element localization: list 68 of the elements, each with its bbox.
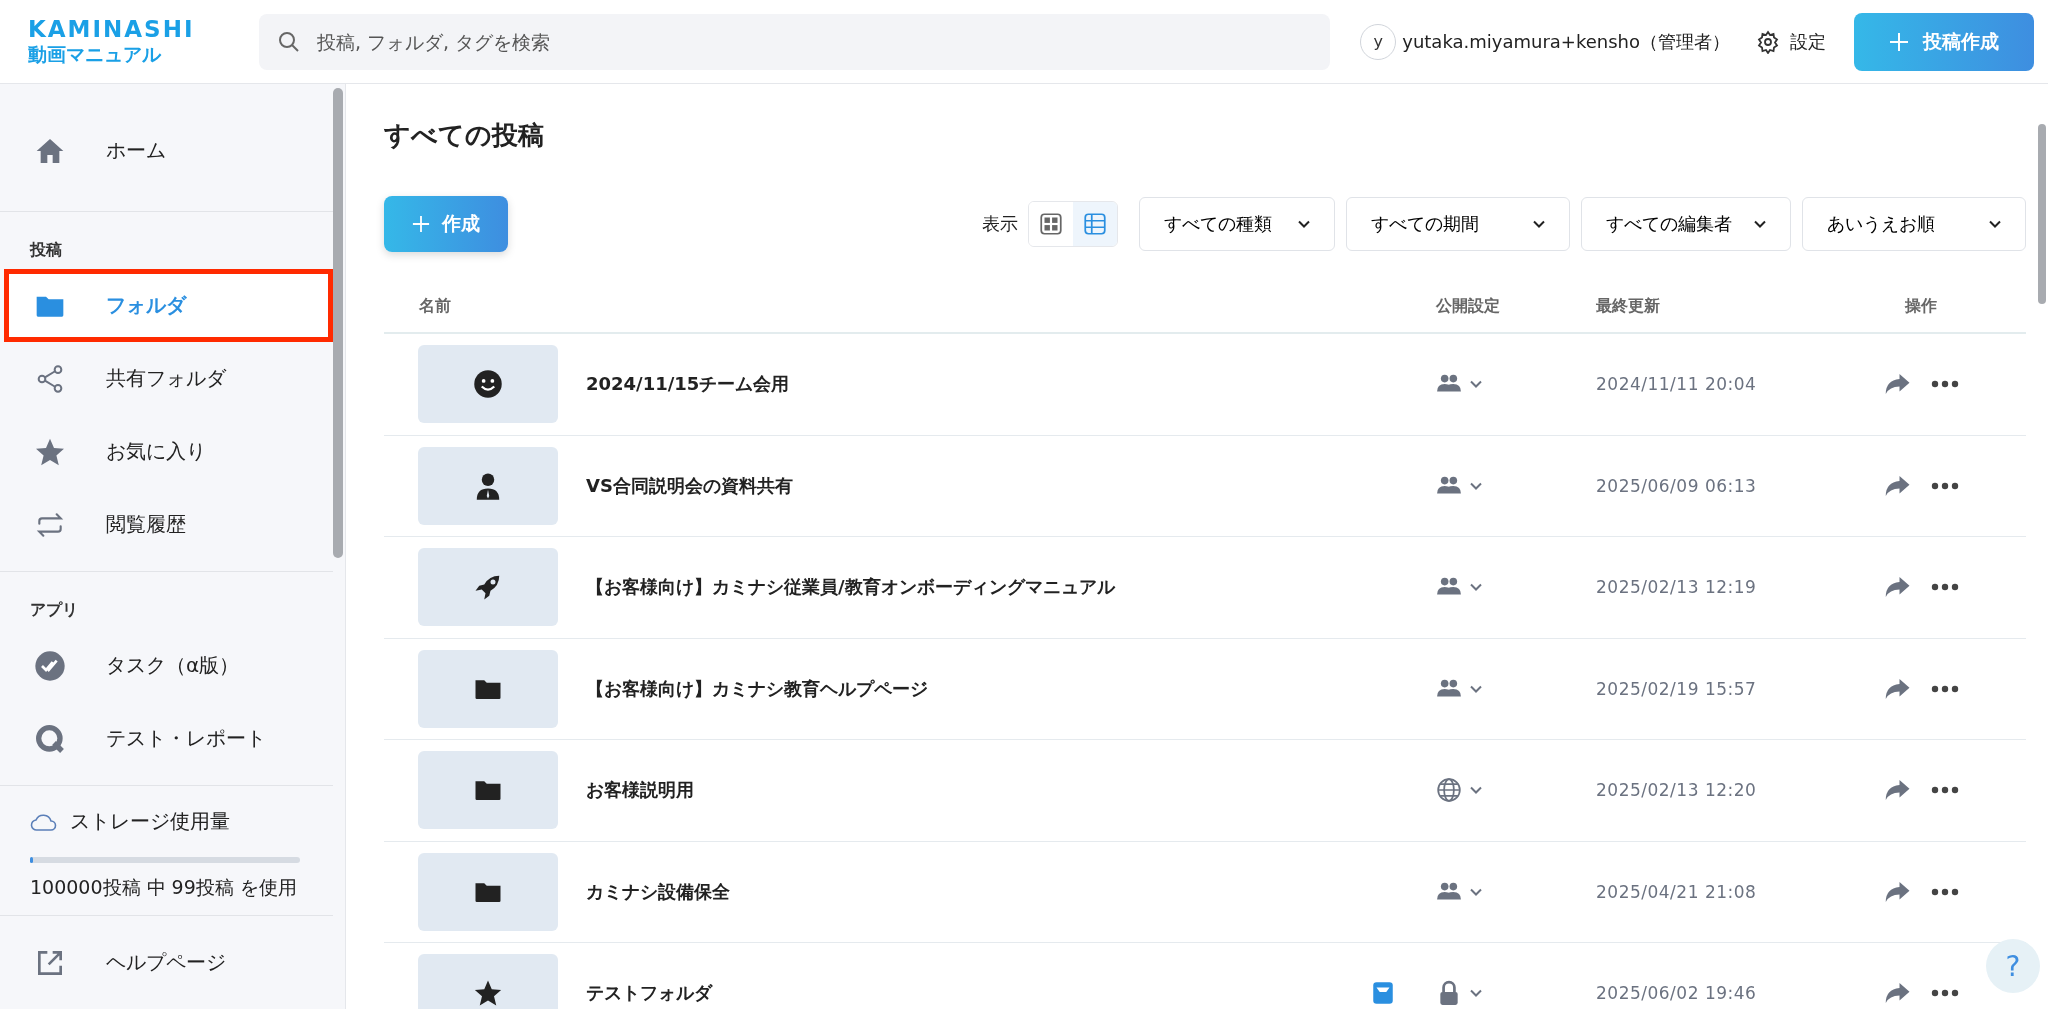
list-view-toggle[interactable] <box>1073 202 1117 246</box>
sidebar-item[interactable]: お気に入り <box>4 415 333 488</box>
filter-dropdown[interactable]: すべての編集者 <box>1581 197 1791 251</box>
more-icon[interactable] <box>1930 886 1960 897</box>
column-header: 操作 <box>1903 295 1938 317</box>
folder-name[interactable]: VS合同説明会の資料共有 <box>586 473 793 498</box>
column-header: 公開設定 <box>1436 295 1501 317</box>
scrollbar[interactable] <box>2038 124 2046 304</box>
folder-name[interactable]: お客様説明用 <box>586 778 694 803</box>
settings-icon[interactable] <box>1756 29 1780 54</box>
folder-thumbnail[interactable] <box>418 446 558 525</box>
sidebar-item[interactable]: 共有フォルダ <box>4 342 333 415</box>
storage-label: ストレージ使用量 <box>70 808 230 835</box>
updated-date: 2025/02/13 12:20 <box>1596 780 1758 801</box>
check-circle-icon <box>34 649 66 682</box>
globe-icon <box>1436 777 1462 804</box>
page-title: すべての投稿 <box>384 119 545 152</box>
app-subtitle: 動画マニュアル <box>28 41 162 67</box>
updated-date: 2025/02/13 12:19 <box>1596 577 1758 598</box>
folder-name[interactable]: 【お客様向け】カミナシ教育ヘルプページ <box>586 676 928 701</box>
column-header: 最終更新 <box>1596 295 1661 317</box>
folder-thumbnail[interactable] <box>418 345 558 424</box>
folder-name[interactable]: テストフォルダ <box>586 981 712 1006</box>
filter-dropdown[interactable]: すべての期間 <box>1346 197 1570 251</box>
folder-thumbnail[interactable] <box>418 954 558 1009</box>
updated-date: 2025/06/09 06:13 <box>1596 475 1758 496</box>
sidebar-item[interactable]: タスク（α版） <box>4 629 333 702</box>
column-header: 名前 <box>419 295 452 317</box>
updated-date: 2024/11/11 20:04 <box>1596 374 1758 395</box>
more-icon[interactable] <box>1930 480 1960 491</box>
scrollbar[interactable] <box>333 88 343 558</box>
filter-dropdown[interactable]: あいうえお順 <box>1802 197 2026 251</box>
more-icon[interactable] <box>1930 379 1960 390</box>
search-input[interactable]: 投稿, フォルダ, タグを検索 <box>315 29 1313 54</box>
sidebar-item[interactable]: 閲覧履歴 <box>4 488 333 561</box>
folder-name[interactable]: 【お客様向け】カミナシ従業員/教育オンボーディングマニュアル <box>586 575 1115 600</box>
folder-name[interactable]: カミナシ設備保全 <box>586 879 730 904</box>
smiley-icon <box>473 369 503 400</box>
filter-dropdown[interactable]: すべての種類 <box>1139 197 1335 251</box>
updated-date: 2025/02/19 15:57 <box>1596 678 1758 699</box>
grid-icon <box>1038 211 1064 237</box>
more-icon[interactable] <box>1930 582 1960 593</box>
more-icon[interactable] <box>1930 683 1960 694</box>
logo-text: KAMINASHI <box>28 16 196 42</box>
section-heading: アプリ <box>29 599 79 621</box>
search-icon <box>277 29 301 54</box>
more-icon[interactable] <box>1930 785 1960 796</box>
more-icon[interactable] <box>1930 988 1960 999</box>
table-icon <box>1082 211 1108 237</box>
sidebar-item[interactable]: ヘルプページ <box>4 926 345 999</box>
search-field[interactable]: 投稿, フォルダ, タグを検索 <box>259 13 1331 70</box>
view-label: 表示 <box>982 212 1018 236</box>
folder-thumbnail[interactable] <box>418 649 558 728</box>
folder-thumbnail[interactable] <box>418 852 558 931</box>
folder-thumbnail[interactable] <box>418 751 558 830</box>
sidebar-item[interactable]: テスト・レポート <box>4 702 333 775</box>
user-name[interactable]: yutaka.miyamura+kensho（管理者） <box>1402 29 1730 54</box>
plus-icon <box>412 215 430 233</box>
sidebar-item[interactable]: ホーム <box>4 114 333 187</box>
storage-usage: 100000投稿 中 99投稿 を使用 <box>30 875 298 900</box>
updated-date: 2025/04/21 21:08 <box>1596 881 1758 902</box>
settings-link[interactable]: 設定 <box>1790 29 1826 54</box>
updated-date: 2025/06/02 19:46 <box>1596 983 1758 1004</box>
section-heading: 投稿 <box>28 239 63 261</box>
folder-name[interactable]: 2024/11/15チーム会用 <box>586 372 790 397</box>
plus-icon <box>1889 31 1909 52</box>
folder-thumbnail[interactable] <box>418 548 558 627</box>
q-letter-icon <box>34 722 66 755</box>
